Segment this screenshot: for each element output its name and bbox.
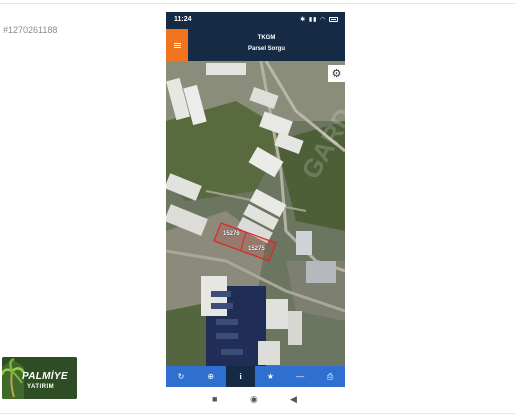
phone-screenshot: 11:24 ✱ ▮▮ ◠ TKGM Parsel Sorgu GARD ⚙ 15… (166, 12, 345, 412)
hamburger-menu-button[interactable] (166, 29, 188, 61)
bottom-divider (0, 413, 515, 414)
status-icons: ✱ ▮▮ ◠ (300, 16, 338, 23)
info-button[interactable]: i (225, 366, 256, 387)
satellite-map[interactable]: GARD ⚙ 15276 15275 (166, 61, 345, 378)
print-button[interactable]: ⎙ (315, 366, 345, 387)
listing-id: #1270261188 (3, 25, 58, 35)
settings-button[interactable]: ⚙ (328, 65, 345, 82)
ruler-icon: — (296, 372, 305, 381)
info-icon: i (239, 372, 242, 381)
locate-button[interactable]: ⊕ (196, 366, 226, 387)
gear-icon: ⚙ (331, 68, 342, 80)
locate-icon: ⊕ (207, 372, 215, 381)
top-divider (0, 3, 515, 4)
bottom-toolbar: ↻ ⊕ i ★ — ⎙ (166, 366, 345, 387)
app-header: TKGM Parsel Sorgu (166, 29, 345, 61)
status-bar: 11:24 ✱ ▮▮ ◠ (166, 12, 345, 29)
star-icon: ★ (266, 372, 274, 381)
header-subtitle: Parsel Sorgu (247, 46, 285, 52)
refresh-icon: ↻ (177, 372, 185, 381)
measure-button[interactable]: — (285, 366, 315, 387)
status-time: 11:24 (174, 16, 192, 23)
back-button[interactable]: ◀ (290, 394, 297, 405)
logo-tagline: YATIRIM (27, 384, 55, 390)
home-button[interactable]: ◉ (250, 394, 258, 405)
signal-icons: ✱ ▮▮ ◠ (300, 17, 327, 23)
recents-button[interactable]: ■ (212, 394, 217, 404)
parcel-label[interactable]: 15276 (223, 231, 240, 237)
palmiye-logo: PALMİYE YATIRIM (2, 357, 77, 399)
favorite-button[interactable]: ★ (255, 366, 285, 387)
header-title: TKGM (257, 35, 276, 41)
map-imagery: GARD (166, 61, 345, 378)
hamburger-icon (173, 44, 181, 46)
parcel-label[interactable]: 15275 (248, 246, 265, 252)
battery-icon (329, 16, 338, 22)
print-icon: ⎙ (326, 371, 334, 381)
logo-name: PALMİYE (22, 371, 68, 382)
refresh-button[interactable]: ↻ (166, 366, 196, 387)
android-nav-bar: ■ ◉ ◀ (166, 387, 345, 412)
